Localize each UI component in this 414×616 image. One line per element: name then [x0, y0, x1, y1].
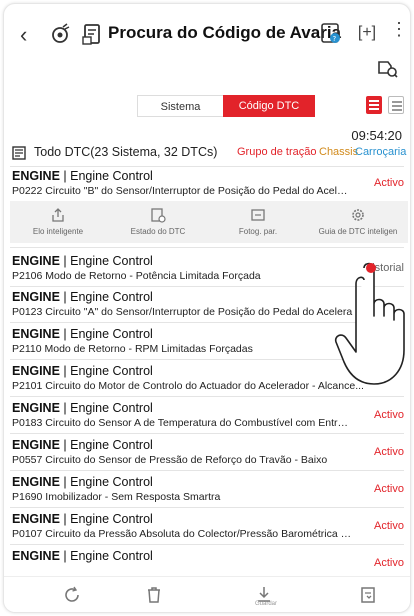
system-name: ENGINE — [12, 364, 60, 378]
dtc-description: P0183 Circuito do Sensor A de Temperatur… — [12, 417, 352, 429]
dtc-description: P0222 Circuito "B" do Sensor/Interruptor… — [12, 185, 352, 197]
subsystem-name: | Engine Control — [59, 364, 153, 378]
freeze-frame-icon — [251, 209, 265, 221]
report-doc-icon[interactable] — [82, 23, 102, 45]
dtc-description: P2110 Modo de Retorno - RPM Limitadas Fo… — [12, 343, 253, 355]
smart-dtc-guide-button[interactable]: Guia de DTC inteligen — [310, 201, 406, 243]
car-scan-icon[interactable] — [376, 58, 398, 78]
vci-connection-icon[interactable] — [48, 22, 72, 46]
back-button[interactable]: ‹ — [20, 22, 27, 48]
subsystem-name: | Engine Control — [59, 512, 153, 526]
system-name: ENGINE — [12, 327, 60, 341]
dtc-description: P1690 Imobilizador - Sem Resposta Smartr… — [12, 491, 221, 503]
delete-icon[interactable] — [144, 585, 164, 605]
list-view-button[interactable] — [366, 96, 382, 114]
system-name: ENGINE — [12, 169, 60, 183]
system-name: ENGINE — [12, 290, 60, 304]
subsystem-name: | Engine Control — [59, 475, 153, 489]
dtc-status: Activo — [374, 483, 404, 495]
view-tabs: Sistema Código DTC — [137, 95, 315, 117]
share-icon — [52, 208, 64, 222]
dtc-row[interactable]: ENGINE | Engine Control P0557 Circuito d… — [10, 438, 408, 468]
dtc-status: Activo — [374, 177, 404, 189]
dtc-row[interactable]: ENGINE | Engine Control P1690 Imobilizad… — [10, 475, 408, 505]
dtc-row[interactable]: ENGINE | Engine Control P0107 Circuito d… — [10, 512, 408, 542]
filter-chassis[interactable]: Chassis — [319, 146, 358, 158]
dtc-description: P0107 Circuito da Pressão Absoluta do Co… — [12, 528, 352, 540]
system-name: ENGINE — [12, 401, 60, 415]
dtc-row[interactable]: ENGINE | Engine Control Activo — [10, 549, 408, 575]
system-name: ENGINE — [12, 512, 60, 526]
dtc-status: Activo — [374, 520, 404, 532]
bottom-toolbar: Guardar — [4, 576, 410, 612]
dtc-description: P2106 Modo de Retorno - Potência Limitad… — [12, 270, 261, 282]
page-title: Procura do Código de Avaria — [108, 23, 342, 42]
subsystem-name: | Engine Control — [59, 327, 153, 341]
app-frame: ‹ Procura do Código de Avaria ? [+] ⋮ Si… — [3, 3, 411, 613]
divider — [10, 507, 404, 508]
system-name: ENGINE — [12, 549, 60, 563]
dtc-status: Activo — [374, 446, 404, 458]
svg-text:?: ? — [333, 35, 337, 43]
filter-powertrain[interactable]: Grupo de tração — [237, 146, 317, 158]
dtc-status: Activo — [374, 409, 404, 421]
system-name: ENGINE — [12, 475, 60, 489]
divider — [10, 544, 404, 545]
dtc-action-bar: Elo inteligente Estado do DTC Fotog. par… — [10, 201, 408, 243]
divider — [10, 396, 404, 397]
dtc-status-icon — [151, 208, 166, 223]
report-icon[interactable] — [358, 585, 378, 605]
dtc-count-text: Todo DTC(23 Sistema, 32 DTCs) — [34, 145, 218, 159]
system-name: ENGINE — [12, 254, 60, 268]
gear-icon — [352, 209, 364, 221]
tab-dtc-code[interactable]: Código DTC — [223, 95, 315, 117]
smart-link-button[interactable]: Elo inteligente — [10, 201, 106, 243]
tab-system[interactable]: Sistema — [137, 95, 223, 117]
grid-view-button[interactable] — [388, 96, 404, 114]
filter-body[interactable]: Carroçaria — [355, 146, 406, 158]
save-label: Guardar — [255, 601, 278, 607]
divider — [10, 166, 404, 167]
divider — [10, 470, 404, 471]
dtc-status-button[interactable]: Estado do DTC — [110, 201, 206, 243]
divider — [10, 247, 404, 248]
dtc-description: P0557 Circuito do Sensor de Pressão de R… — [12, 454, 328, 466]
guide-icon[interactable]: ? — [320, 21, 342, 45]
scan-time: 09:54:20 — [351, 128, 402, 143]
subsystem-name: | Engine Control — [59, 401, 153, 415]
header-bar: ‹ Procura do Código de Avaria ? [+] ⋮ — [4, 16, 410, 58]
fullscreen-icon[interactable]: [+] — [356, 22, 378, 44]
dtc-summary: Todo DTC(23 Sistema, 32 DTCs) Grupo de t… — [12, 144, 406, 164]
dtc-row[interactable]: ENGINE | Engine Control P0222 Circuito "… — [10, 169, 408, 201]
touch-indicator — [366, 263, 376, 273]
subsystem-name: | Engine Control — [59, 169, 153, 183]
pointing-hand-icon — [334, 262, 405, 385]
subsystem-name: | Engine Control — [59, 438, 153, 452]
more-menu-icon[interactable]: ⋮ — [390, 19, 408, 40]
system-name: ENGINE — [12, 438, 60, 452]
list-icon — [12, 146, 26, 160]
divider — [10, 433, 404, 434]
subsystem-name: | Engine Control — [59, 254, 153, 268]
dtc-row[interactable]: ENGINE | Engine Control P0183 Circuito d… — [10, 401, 408, 431]
subsystem-name: | Engine Control — [59, 549, 153, 563]
refresh-icon[interactable] — [62, 585, 82, 605]
freeze-frame-button[interactable]: Fotog. par. — [210, 201, 306, 243]
dtc-status: Activo — [374, 557, 404, 569]
subsystem-name: | Engine Control — [59, 290, 153, 304]
